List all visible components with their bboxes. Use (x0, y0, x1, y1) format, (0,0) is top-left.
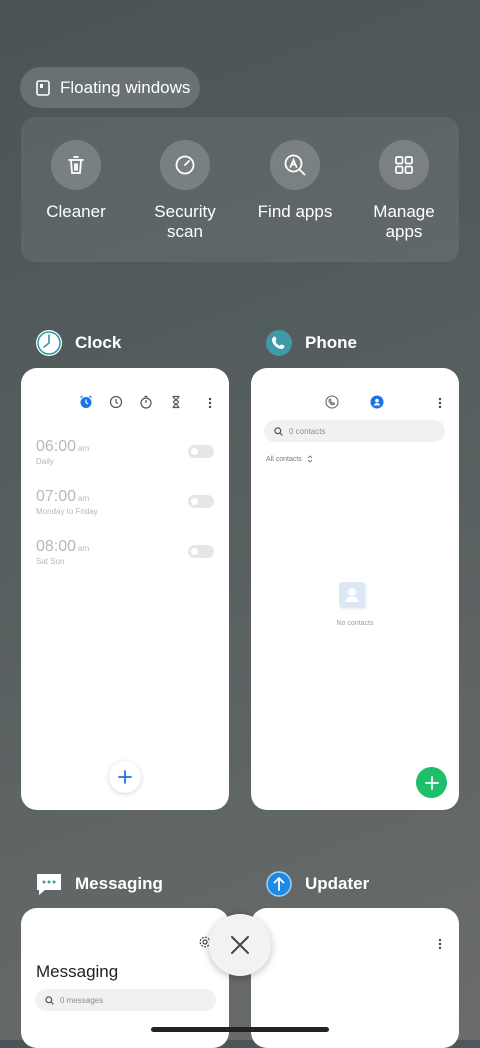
alarm-time: 06:00 (36, 438, 77, 455)
messaging-app-icon (35, 870, 63, 898)
alarm-item[interactable]: 08:00 am Sat Sun (36, 538, 89, 566)
updater-app-name: Updater (305, 874, 370, 893)
empty-contacts-label: No contacts (336, 620, 374, 627)
more-options-icon[interactable] (438, 938, 442, 950)
alarm-repeat: Sat Sun (36, 557, 65, 566)
world-clock-tab-icon[interactable] (101, 395, 131, 409)
recents-tab-icon[interactable] (325, 395, 339, 409)
find-apps-label: Find apps (257, 202, 333, 221)
phone-app-icon (265, 329, 293, 357)
floating-windows-button[interactable]: Floating windows (20, 67, 200, 108)
alarm-tab-icon[interactable] (71, 395, 101, 409)
add-alarm-button[interactable] (109, 761, 141, 793)
search-placeholder: 0 contacts (289, 426, 326, 436)
trash-icon (51, 140, 101, 190)
stopwatch-tab-icon[interactable] (131, 395, 161, 409)
alarm-repeat: Daily (36, 457, 54, 466)
phone-app-name: Phone (305, 333, 357, 352)
home-indicator[interactable] (151, 1027, 329, 1032)
alarm-repeat: Monday to Friday (36, 507, 98, 516)
timer-tab-icon[interactable] (161, 395, 191, 409)
sort-arrows-icon (307, 455, 313, 463)
alarm-toggle[interactable] (188, 445, 214, 458)
floating-windows-label: Floating windows (60, 77, 191, 97)
more-options-icon[interactable] (208, 397, 212, 409)
security-scan-button[interactable]: Security scan (130, 140, 240, 242)
cleaner-button[interactable]: Cleaner (21, 140, 131, 222)
filter-label: All contacts (266, 455, 302, 463)
manage-apps-label: Manage apps (373, 202, 435, 241)
clock-app-card[interactable]: 06:00 am Daily 07:00 am Monday to Friday 0… (21, 368, 229, 810)
contacts-search-input[interactable]: 0 contacts (264, 420, 445, 442)
add-contact-button[interactable] (416, 767, 447, 798)
alarm-time: 08:00 (36, 538, 77, 555)
manage-apps-button[interactable]: Manage apps (349, 140, 459, 242)
alarm-item[interactable]: 07:00 am Monday to Friday (36, 488, 98, 516)
close-icon (231, 936, 249, 954)
grid-icon (379, 140, 429, 190)
empty-contacts-icon (339, 582, 369, 612)
quick-tools-panel: Cleaner Security scan Find apps Manage a… (21, 117, 459, 262)
plus-icon (424, 775, 439, 790)
phone-app-header[interactable]: Phone (265, 329, 357, 357)
messages-search-input[interactable]: 0 messages (35, 989, 216, 1011)
alarm-toggle[interactable] (188, 495, 214, 508)
more-options-icon[interactable] (438, 397, 442, 409)
alarm-toggle[interactable] (188, 545, 214, 558)
security-scan-icon (160, 140, 210, 190)
alarm-ampm: am (78, 494, 90, 503)
clear-all-button[interactable] (209, 914, 271, 976)
search-placeholder: 0 messages (60, 995, 104, 1005)
updater-app-icon (265, 870, 293, 898)
contacts-filter-dropdown[interactable]: All contacts (266, 455, 313, 463)
alarm-ampm: am (78, 444, 90, 453)
search-icon (274, 426, 283, 436)
messaging-app-name: Messaging (75, 874, 163, 893)
contacts-tab-icon[interactable] (370, 395, 384, 409)
alarm-time: 07:00 (36, 488, 77, 505)
clock-tab-bar (71, 395, 191, 409)
search-icon (45, 995, 54, 1005)
plus-icon (118, 770, 132, 784)
clock-app-icon (35, 329, 63, 357)
messaging-app-header[interactable]: Messaging (35, 870, 163, 898)
clock-app-name: Clock (75, 333, 122, 352)
clock-app-header[interactable]: Clock (35, 329, 121, 357)
security-scan-label: Security scan (154, 202, 216, 241)
updater-app-header[interactable]: Updater (265, 870, 369, 898)
find-apps-button[interactable]: Find apps (240, 140, 350, 222)
messaging-title: Messaging (36, 962, 119, 981)
alarm-ampm: am (78, 544, 90, 553)
floating-window-icon (36, 79, 50, 96)
find-apps-icon (270, 140, 320, 190)
phone-app-card[interactable]: 0 contacts All contacts No contacts (251, 368, 459, 810)
cleaner-label: Cleaner (46, 202, 106, 221)
alarm-item[interactable]: 06:00 am Daily (36, 438, 89, 466)
